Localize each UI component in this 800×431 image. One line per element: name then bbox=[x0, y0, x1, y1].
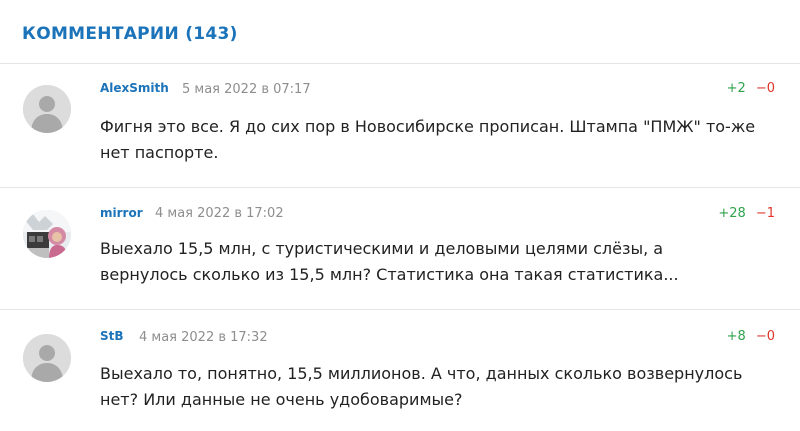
comments-section: КОММЕНТАРИИ (143) AlexSmith 5 мая 2022 в… bbox=[0, 0, 800, 431]
comment-text-line: Фигня это все. Я до сих пор в Новосибирс… bbox=[100, 117, 756, 136]
comment-date: 4 мая 2022 в 17:02 bbox=[155, 206, 284, 221]
comment-text-line: вернулось сколько из 15,5 млн? Статистик… bbox=[100, 265, 679, 284]
comment-date: 4 мая 2022 в 17:32 bbox=[139, 330, 268, 345]
default-avatar-icon[interactable] bbox=[23, 85, 71, 133]
vote-up-button[interactable]: +2 bbox=[727, 81, 746, 96]
user-silhouette-icon bbox=[23, 334, 71, 382]
comment-author[interactable]: StB bbox=[100, 329, 124, 343]
comment-divider bbox=[0, 309, 800, 310]
comment-author[interactable]: mirror bbox=[100, 206, 143, 220]
vote-down-button[interactable]: −0 bbox=[756, 329, 775, 344]
comment-text-line: Выехало то, понятно, 15,5 миллионов. А ч… bbox=[100, 364, 743, 383]
vote-up-button[interactable]: +8 bbox=[727, 329, 746, 344]
vote-down-button[interactable]: −1 bbox=[756, 206, 775, 221]
default-avatar-icon[interactable] bbox=[23, 334, 71, 382]
comment-author[interactable]: AlexSmith bbox=[100, 81, 169, 95]
comment-votes: +28 −1 bbox=[718, 206, 775, 221]
comment-divider bbox=[0, 187, 800, 188]
comment-date: 5 мая 2022 в 07:17 bbox=[182, 82, 311, 97]
comment-text-line: Выехало 15,5 млн, с туристическими и дел… bbox=[100, 239, 664, 258]
comment-text: Фигня это все. Я до сих пор в Новосибирс… bbox=[100, 114, 780, 166]
comment-text: Выехало 15,5 млн, с туристическими и дел… bbox=[100, 236, 780, 288]
vote-up-button[interactable]: +28 bbox=[718, 206, 745, 221]
user-photo-icon bbox=[23, 210, 71, 258]
vote-down-button[interactable]: −0 bbox=[756, 81, 775, 96]
comment-votes: +8 −0 bbox=[727, 329, 775, 344]
comment-text-line: нет? Или данные не очень удобоваримые? bbox=[100, 390, 463, 409]
comments-header: КОММЕНТАРИИ (143) bbox=[22, 24, 238, 44]
comment-text: Выехало то, понятно, 15,5 миллионов. А ч… bbox=[100, 361, 780, 413]
comment-text-line: нет паспорте. bbox=[100, 143, 219, 162]
header-divider bbox=[0, 63, 800, 64]
user-photo-avatar[interactable] bbox=[23, 210, 71, 258]
comment-votes: +2 −0 bbox=[727, 81, 775, 96]
user-silhouette-icon bbox=[23, 85, 71, 133]
